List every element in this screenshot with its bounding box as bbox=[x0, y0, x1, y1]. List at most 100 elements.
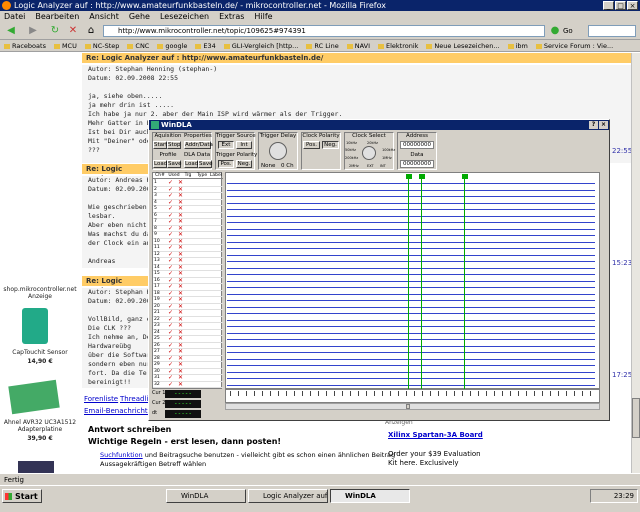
bookmark[interactable]: CNC bbox=[127, 40, 149, 51]
bookmark[interactable]: GLI-Vergleich [http... bbox=[224, 40, 299, 51]
taskbar-item[interactable]: Logic Analyzer auf : http://... bbox=[248, 489, 328, 503]
bookmark[interactable]: Neue Lesezeichen... bbox=[426, 40, 499, 51]
captouch-image[interactable] bbox=[22, 308, 48, 344]
ruler-tick bbox=[486, 391, 487, 396]
ruler-tick bbox=[470, 391, 471, 396]
scrollbar-thumb[interactable] bbox=[406, 404, 410, 409]
trigger-ext-button[interactable]: Ext bbox=[218, 141, 234, 149]
used-check-icon[interactable]: ✓ bbox=[168, 381, 173, 388]
data-save-button[interactable]: Save bbox=[198, 160, 213, 168]
channel-waveform bbox=[227, 300, 595, 301]
channel-waveform bbox=[227, 280, 595, 282]
ruler-tick bbox=[310, 391, 311, 396]
channel-row[interactable]: 32 ✓ ✕ bbox=[153, 381, 223, 388]
ruler-tick bbox=[430, 391, 431, 396]
cursor-2-line[interactable] bbox=[464, 174, 465, 389]
menu-extras[interactable]: Extras bbox=[219, 11, 244, 22]
clock-pos-button[interactable]: Pos. bbox=[303, 141, 320, 149]
ad-link[interactable]: Xilinx Spartan-3A Board bbox=[388, 431, 483, 439]
profile-load-button[interactable]: Load bbox=[153, 160, 167, 168]
url-input[interactable]: http://www.mikrocontroller.net/topic/109… bbox=[103, 25, 545, 37]
home-icon[interactable]: ⌂ bbox=[84, 25, 98, 37]
channel-number: 20 bbox=[154, 303, 160, 309]
post-header: Re: Logic Analyzer a bbox=[82, 164, 148, 183]
forward-icon[interactable]: ▶ bbox=[26, 25, 40, 37]
stop-button[interactable]: Stop bbox=[167, 141, 181, 149]
menu-ansicht[interactable]: Ansicht bbox=[89, 11, 119, 22]
trigger-source-label: Trigger Source bbox=[216, 133, 256, 139]
clock-neg-button[interactable]: Neg. bbox=[322, 141, 339, 149]
bookmark[interactable]: NC-Step bbox=[85, 40, 120, 51]
bookmark[interactable]: Service Forum : Vie... bbox=[536, 40, 613, 51]
minimize-button[interactable]: _ bbox=[603, 1, 614, 10]
cursor-1-marker[interactable] bbox=[419, 174, 425, 179]
bookmark[interactable]: ibm bbox=[508, 40, 528, 51]
bookmark[interactable]: Elektronik bbox=[378, 40, 418, 51]
taskbar-item[interactable]: WinDLA bbox=[330, 489, 410, 503]
scrollbar-thumb[interactable] bbox=[632, 398, 640, 438]
avr32-board-image[interactable] bbox=[8, 379, 60, 415]
menu-lesezeichen[interactable]: Lesezeichen bbox=[160, 11, 209, 22]
bookmark[interactable]: google bbox=[157, 40, 187, 51]
bookmark[interactable]: NAVI bbox=[347, 40, 370, 51]
profile-save-button[interactable]: Save bbox=[167, 160, 182, 168]
ruler-tick bbox=[254, 391, 255, 396]
taskbar-item[interactable]: WinDLA bbox=[166, 489, 246, 503]
product-name[interactable]: CapTouchit Sensor bbox=[2, 349, 78, 356]
reload-icon[interactable]: ↻ bbox=[48, 25, 62, 37]
addr-data-button[interactable]: Addr/Data bbox=[184, 141, 213, 149]
ruler-tick bbox=[518, 391, 519, 396]
cursor-1-line[interactable] bbox=[421, 174, 422, 389]
ruler-tick bbox=[494, 391, 495, 396]
product-image[interactable] bbox=[18, 461, 54, 473]
page-scrollbar[interactable] bbox=[631, 53, 640, 473]
menu-hilfe[interactable]: Hilfe bbox=[254, 11, 272, 22]
clock-select-knob[interactable] bbox=[362, 146, 376, 160]
bookmark[interactable]: MCU bbox=[54, 40, 77, 51]
channel-waveform bbox=[227, 371, 595, 373]
waveform-area[interactable] bbox=[225, 172, 600, 389]
rule-link[interactable]: Suchfunktion bbox=[100, 451, 143, 459]
bookmark[interactable]: E34 bbox=[195, 40, 215, 51]
channel-number: 25 bbox=[154, 336, 160, 341]
google-search-input[interactable] bbox=[588, 25, 636, 37]
stop-icon[interactable]: ✕ bbox=[66, 25, 80, 37]
close-button[interactable]: × bbox=[627, 1, 638, 10]
windla-title: WinDLA bbox=[161, 121, 192, 129]
delay-ch-label: 0 Ch bbox=[281, 163, 294, 169]
go-button[interactable]: Go bbox=[563, 25, 573, 37]
menu-gehe[interactable]: Gehe bbox=[129, 11, 150, 22]
channel-waveform bbox=[227, 202, 595, 204]
trigger-delay-knob[interactable] bbox=[269, 142, 287, 160]
waveform-scrollbar[interactable] bbox=[225, 403, 600, 410]
maximize-button[interactable]: □ bbox=[615, 1, 626, 10]
forum-list-link[interactable]: Forenliste bbox=[84, 395, 118, 403]
cursor-2-marker[interactable] bbox=[462, 174, 468, 179]
trigger-pos-button[interactable]: Pos. bbox=[218, 160, 234, 168]
channel-waveform bbox=[227, 332, 595, 334]
product-name[interactable]: Ahnel AVR32 UC3A1512 Adapterplatine bbox=[2, 419, 78, 433]
bookmark[interactable]: RC Line bbox=[306, 40, 338, 51]
trigger-x-icon[interactable]: ✕ bbox=[178, 381, 183, 388]
go-icon[interactable]: ● bbox=[548, 25, 562, 37]
channel-waveform bbox=[227, 196, 595, 197]
shop-ad-title[interactable]: shop.mikrocontroller.net Anzeige bbox=[2, 286, 78, 300]
trigger-int-button[interactable]: Int bbox=[236, 141, 252, 149]
close-button[interactable]: × bbox=[599, 121, 608, 129]
channel-number: 9 bbox=[154, 232, 157, 237]
post-date: 17:25 bbox=[612, 371, 631, 379]
trigger-neg-button[interactable]: Neg. bbox=[236, 160, 252, 168]
menu-datei[interactable]: Datei bbox=[4, 11, 25, 22]
channel-number: 19 bbox=[154, 297, 160, 302]
start-button[interactable]: Start bbox=[153, 141, 167, 149]
start-button[interactable]: Start bbox=[2, 489, 42, 503]
channel-waveform bbox=[227, 339, 595, 340]
bookmark[interactable]: Raceboats bbox=[4, 40, 46, 51]
back-icon[interactable]: ◀ bbox=[4, 25, 18, 37]
channel-waveform bbox=[227, 209, 595, 210]
help-button[interactable]: ? bbox=[589, 121, 598, 129]
channel-waveform bbox=[227, 378, 595, 379]
menu-bearbeiten[interactable]: Bearbeiten bbox=[35, 11, 79, 22]
col-label: Label bbox=[209, 173, 223, 178]
data-load-button[interactable]: Load bbox=[184, 160, 198, 168]
